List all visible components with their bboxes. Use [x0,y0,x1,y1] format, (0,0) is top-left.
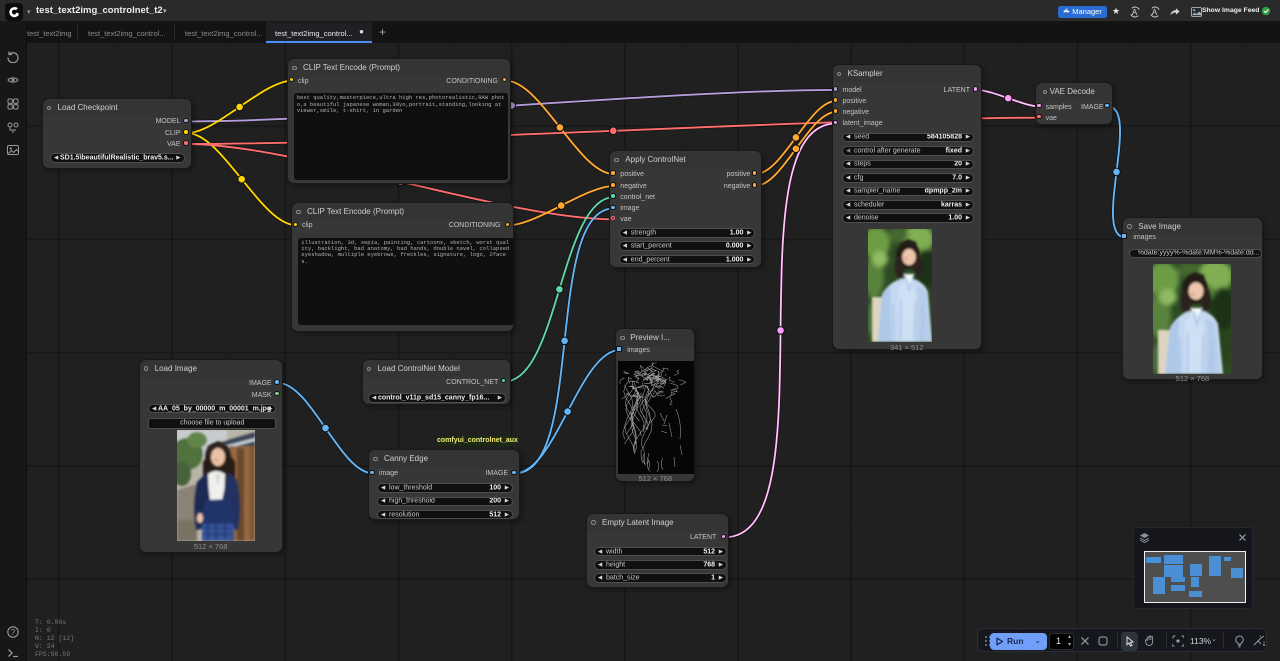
svg-text:?: ? [11,628,16,637]
svg-text:A: A [1152,7,1158,17]
svg-text:A: A [1132,7,1138,17]
